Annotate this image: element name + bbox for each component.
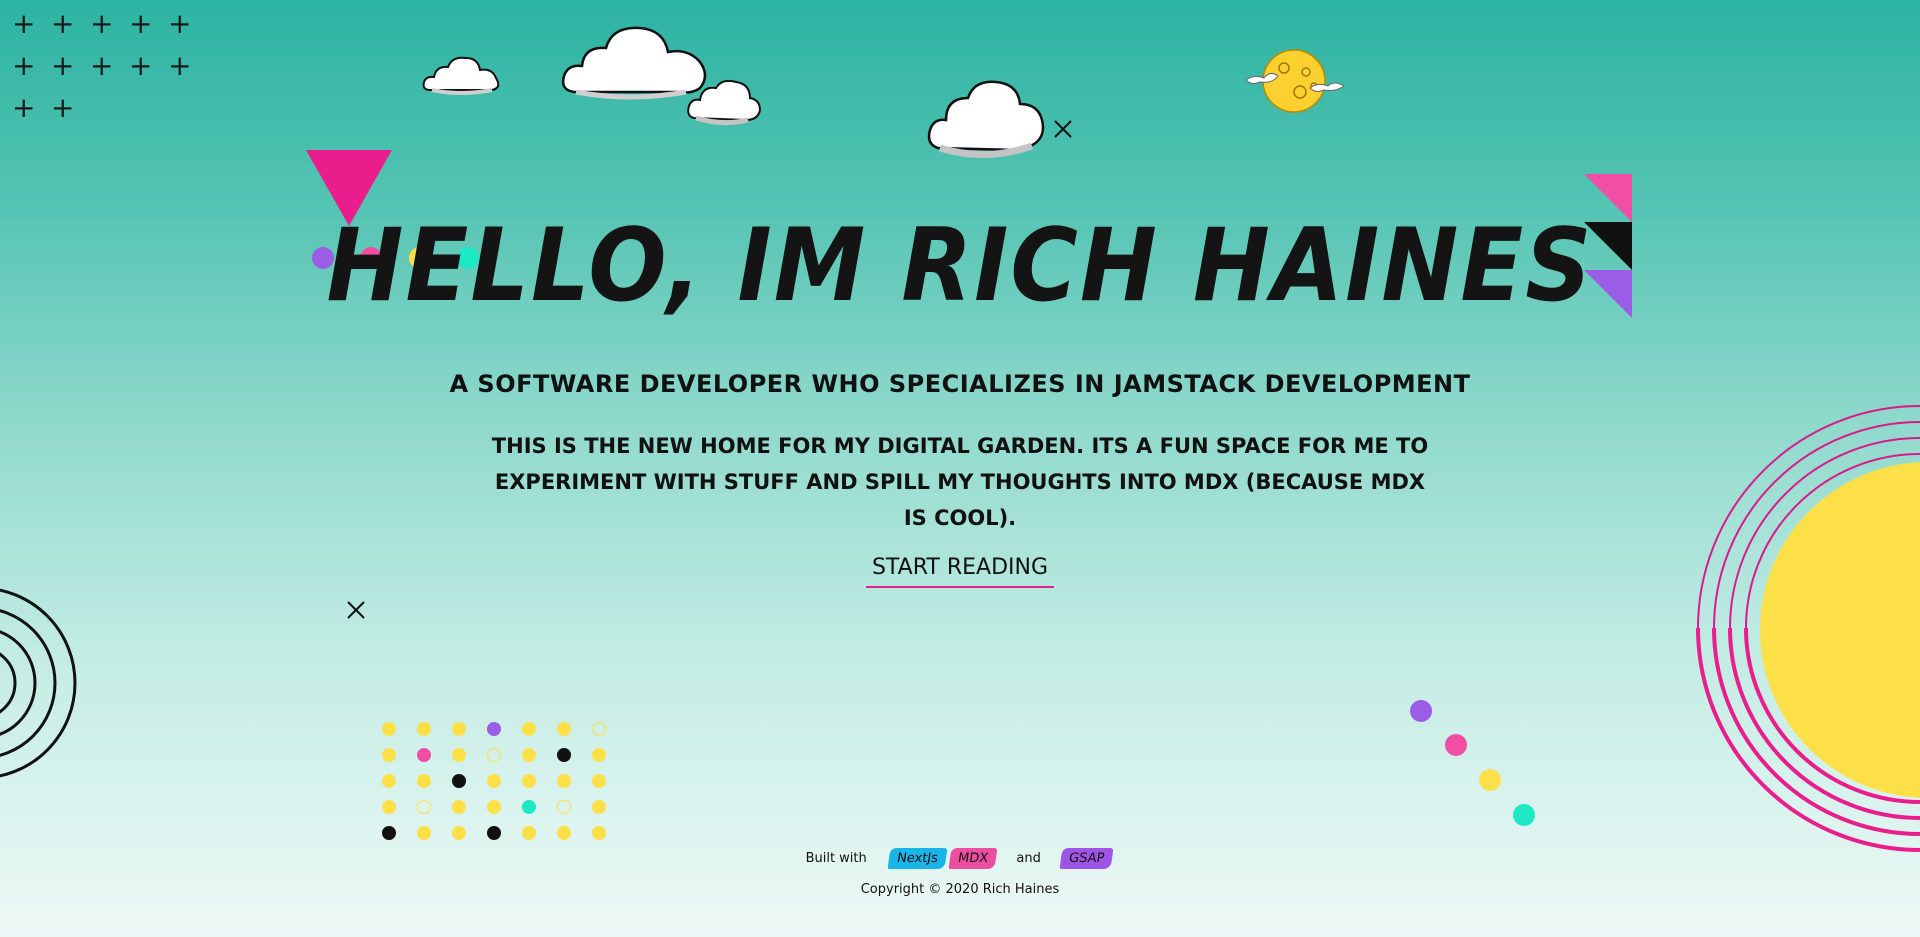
matrix-dot xyxy=(557,748,571,762)
matrix-dot xyxy=(382,748,396,762)
close-icon xyxy=(347,601,365,619)
matrix-dot xyxy=(592,774,606,788)
plus-icon: + xyxy=(51,49,75,82)
matrix-dot xyxy=(452,800,466,814)
plus-pattern: + + + + + + + + + + + + xyxy=(12,10,202,122)
matrix-dot xyxy=(452,774,466,788)
plus-icon: + xyxy=(12,49,36,82)
matrix-dot xyxy=(452,748,466,762)
matrix-dot xyxy=(522,800,536,814)
matrix-dot xyxy=(522,722,536,736)
plus-icon: + xyxy=(51,91,75,124)
copyright-text: Copyright © 2020 Rich Haines xyxy=(860,882,1060,897)
plus-icon: + xyxy=(90,49,114,82)
matrix-dot xyxy=(382,800,396,814)
page-description: THIS IS THE NEW HOME FOR MY DIGITAL GARD… xyxy=(491,434,1429,530)
matrix-dot xyxy=(592,800,606,814)
matrix-dot xyxy=(382,826,396,840)
matrix-dot xyxy=(522,826,536,840)
built-with-label: Built with xyxy=(805,851,867,866)
matrix-dot xyxy=(452,722,466,736)
matrix-dot xyxy=(417,800,431,814)
page-title: HELLO, IM RICH HAINES xyxy=(326,206,1594,325)
plus-icon: + xyxy=(12,7,36,40)
nextjs-link[interactable]: NextJs xyxy=(887,848,948,869)
matrix-dot xyxy=(487,748,501,762)
matrix-dot xyxy=(487,722,501,736)
teal-dot xyxy=(1513,804,1535,826)
gsap-link[interactable]: GSAP xyxy=(1059,848,1114,869)
cloud-small-illustration xyxy=(422,56,500,95)
and-label: and xyxy=(1016,851,1041,866)
matrix-dot xyxy=(382,722,396,736)
cloud-center-illustration xyxy=(927,80,1045,158)
yellow-dot xyxy=(1479,769,1501,791)
plus-icon: + xyxy=(51,7,75,40)
matrix-dot xyxy=(592,826,606,840)
matrix-dot xyxy=(522,774,536,788)
matrix-dot xyxy=(557,800,571,814)
matrix-dot xyxy=(487,800,501,814)
plus-icon: + xyxy=(12,91,36,124)
matrix-dot xyxy=(522,748,536,762)
sun-rings-right-decoration xyxy=(1696,405,1920,852)
close-icon xyxy=(1054,120,1072,138)
pink-dot xyxy=(1445,734,1467,756)
concentric-rings-left-decoration xyxy=(0,588,77,778)
cloud-medium-illustration xyxy=(687,79,762,126)
plus-icon: + xyxy=(168,49,192,82)
matrix-dot xyxy=(557,774,571,788)
page-subtitle: A SOFTWARE DEVELOPER WHO SPECIALIZES IN … xyxy=(449,370,1471,398)
matrix-dot xyxy=(557,722,571,736)
matrix-dot xyxy=(592,722,606,736)
plus-icon: + xyxy=(129,7,153,40)
matrix-dot xyxy=(417,722,431,736)
matrix-dot xyxy=(417,774,431,788)
dot-matrix-decoration xyxy=(382,722,627,840)
matrix-dot xyxy=(487,826,501,840)
matrix-dot xyxy=(382,774,396,788)
plus-icon: + xyxy=(90,7,114,40)
purple-dot xyxy=(1410,700,1432,722)
matrix-dot xyxy=(557,826,571,840)
matrix-dot xyxy=(417,748,431,762)
matrix-dot xyxy=(592,748,606,762)
start-reading-button[interactable]: START READING xyxy=(866,548,1054,588)
matrix-dot xyxy=(417,826,431,840)
plus-icon: + xyxy=(129,49,153,82)
matrix-dot xyxy=(452,826,466,840)
mdx-link[interactable]: MDX xyxy=(948,848,998,869)
matrix-dot xyxy=(487,774,501,788)
moon-illustration xyxy=(1245,49,1345,113)
footer-built-with: Built with NextJs MDX and GSAP xyxy=(0,848,1920,869)
plus-icon: + xyxy=(168,7,192,40)
